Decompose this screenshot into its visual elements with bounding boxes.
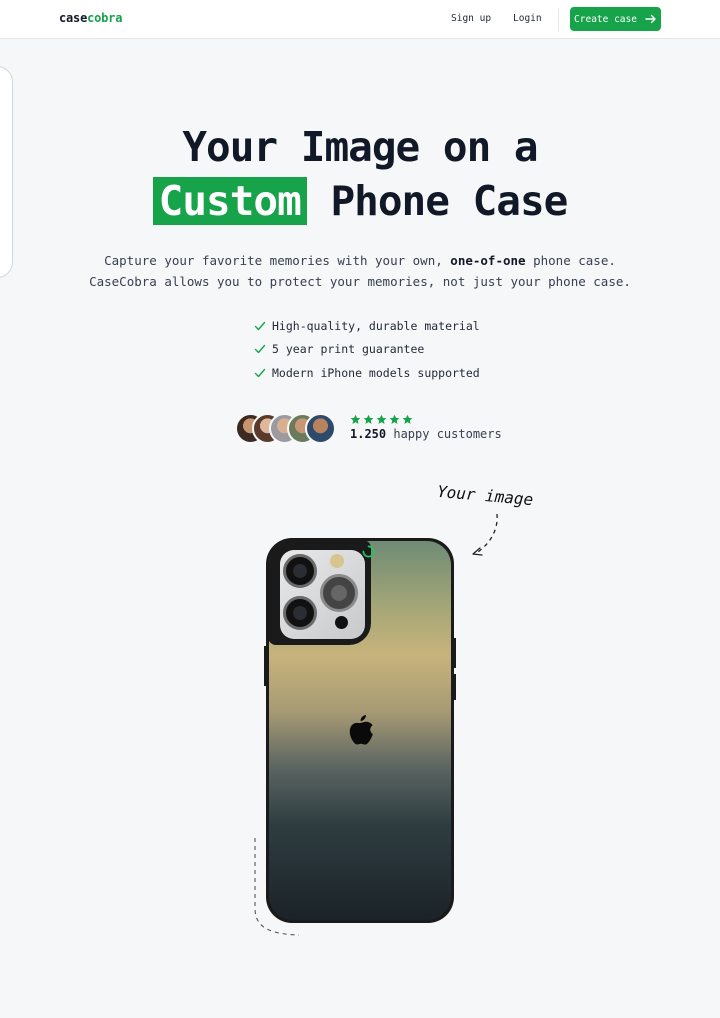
feature-list: High-quality, durable material 5 year pr… <box>254 314 480 385</box>
customer-count: 1.250 happy customers <box>350 427 502 441</box>
star-icon <box>350 414 361 424</box>
arrow-right-icon <box>645 14 656 24</box>
star-icon <box>402 414 413 424</box>
camera-lens <box>283 554 317 588</box>
customer-count-number: 1.250 <box>350 427 387 441</box>
camera-lens <box>283 596 317 630</box>
hero-title-highlight: Custom <box>152 177 307 225</box>
your-image-annotation: Your image <box>436 481 534 510</box>
customer-avatars <box>235 413 339 444</box>
navbar: casecobra Sign up Login Create case <box>0 0 720 39</box>
check-icon <box>254 345 266 354</box>
check-icon <box>254 321 266 330</box>
feature-label: Modern iPhone models supported <box>272 365 480 380</box>
hero-sub-pre: Capture your favorite memories with your… <box>104 253 451 268</box>
hero-title-line1: Your Image on a <box>182 123 538 171</box>
star-icon <box>376 414 387 424</box>
dashed-arrow-icon <box>472 513 498 556</box>
hero-sub-post: phone case. <box>525 253 616 268</box>
avatar <box>305 413 336 444</box>
logo[interactable]: casecobra <box>59 11 122 25</box>
camera-flash <box>330 554 344 568</box>
logo-prefix: case <box>59 11 88 25</box>
hero-title: Your Image on a Custom Phone Case <box>0 120 720 228</box>
feature-item: High-quality, durable material <box>254 314 480 338</box>
customer-count-label: happy customers <box>386 427 502 441</box>
dashed-line-decoration <box>254 838 300 936</box>
star-icon <box>363 414 374 424</box>
apple-logo-icon <box>349 715 373 745</box>
star-icon <box>389 414 400 424</box>
hero-subtitle: Capture your favorite memories with your… <box>0 250 720 292</box>
create-case-button[interactable]: Create case <box>570 7 661 31</box>
loading-spinner-icon <box>362 545 375 558</box>
signup-link[interactable]: Sign up <box>451 13 491 24</box>
hero-title-rest: Phone Case <box>330 177 568 225</box>
rating-stars <box>350 414 413 425</box>
camera-lens <box>320 574 358 612</box>
feature-label: High-quality, durable material <box>272 318 480 333</box>
hero-sub-bold: one-of-one <box>450 253 526 268</box>
camera-sensor <box>335 616 348 629</box>
create-case-label: Create case <box>574 13 637 25</box>
hero-sub-line2: CaseCobra allows you to protect your mem… <box>89 274 631 289</box>
logo-suffix: cobra <box>87 11 123 25</box>
camera-plate <box>280 550 365 639</box>
camera-module <box>268 540 371 645</box>
check-icon <box>254 368 266 377</box>
feature-label: 5 year print guarantee <box>272 342 425 357</box>
nav-divider <box>558 9 559 31</box>
feature-item: 5 year print guarantee <box>254 338 480 362</box>
login-link[interactable]: Login <box>513 13 542 24</box>
feature-item: Modern iPhone models supported <box>254 361 480 385</box>
